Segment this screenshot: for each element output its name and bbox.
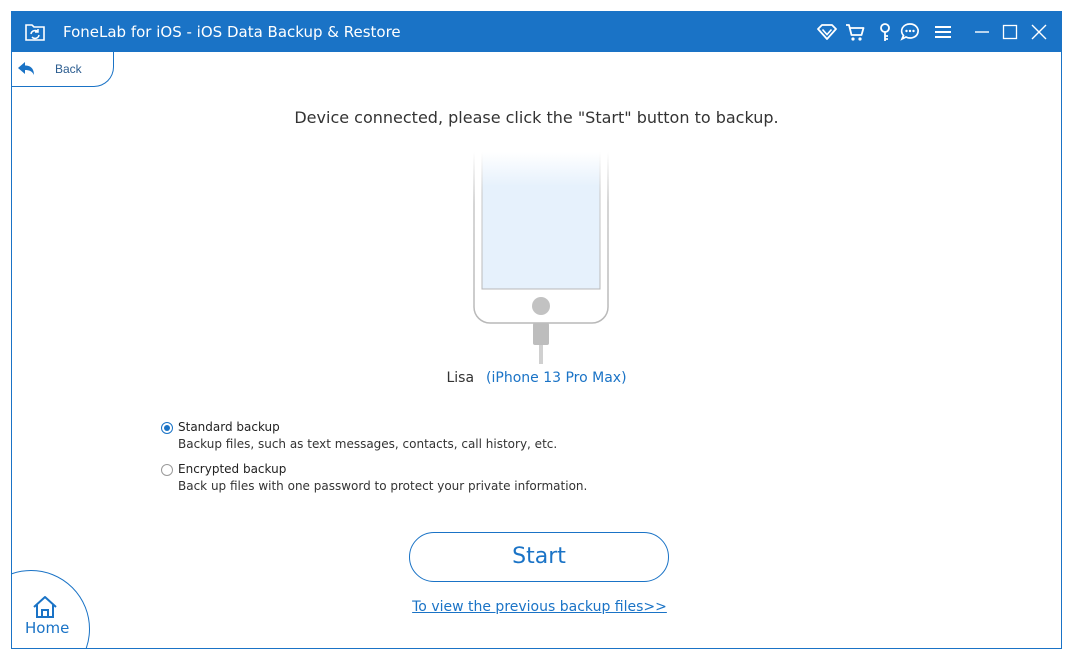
standard-backup-description: Backup files, such as text messages, con… (178, 437, 558, 451)
device-owner-name: Lisa (446, 370, 475, 386)
wifi-icon[interactable] (817, 22, 837, 42)
encrypted-backup-title: Encrypted backup (178, 462, 287, 476)
back-arrow-icon (17, 61, 35, 77)
app-logo-icon (24, 21, 46, 43)
menu-icon[interactable] (933, 22, 953, 42)
encrypted-backup-description: Back up files with one password to prote… (178, 479, 588, 493)
standard-backup-radio[interactable] (161, 422, 173, 434)
close-icon[interactable] (1029, 22, 1049, 42)
key-icon[interactable] (875, 22, 895, 42)
start-button[interactable]: Start (409, 532, 669, 582)
home-label[interactable]: Home (25, 619, 69, 637)
back-label: Back (55, 62, 82, 76)
previous-backups-link[interactable]: To view the previous backup files>> (12, 599, 1061, 615)
app-window: FoneLab for iOS - iOS Data Backup & Rest… (11, 11, 1062, 649)
title-bar[interactable]: FoneLab for iOS - iOS Data Backup & Rest… (12, 12, 1061, 52)
phone-illustration (473, 151, 609, 364)
chat-icon[interactable] (900, 22, 920, 42)
device-info: Lisa (iPhone 13 Pro Max) (12, 370, 1061, 386)
minimize-icon[interactable] (972, 22, 992, 42)
window-title: FoneLab for iOS - iOS Data Backup & Rest… (63, 23, 401, 41)
device-model: (iPhone 13 Pro Max) (486, 370, 627, 386)
cart-icon[interactable] (845, 22, 865, 42)
back-button[interactable]: Back (12, 52, 114, 87)
home-icon[interactable] (32, 595, 58, 619)
encrypted-backup-radio[interactable] (161, 464, 173, 476)
connection-prompt: Device connected, please click the "Star… (294, 108, 779, 127)
maximize-icon[interactable] (1000, 22, 1020, 42)
standard-backup-title: Standard backup (178, 420, 280, 434)
